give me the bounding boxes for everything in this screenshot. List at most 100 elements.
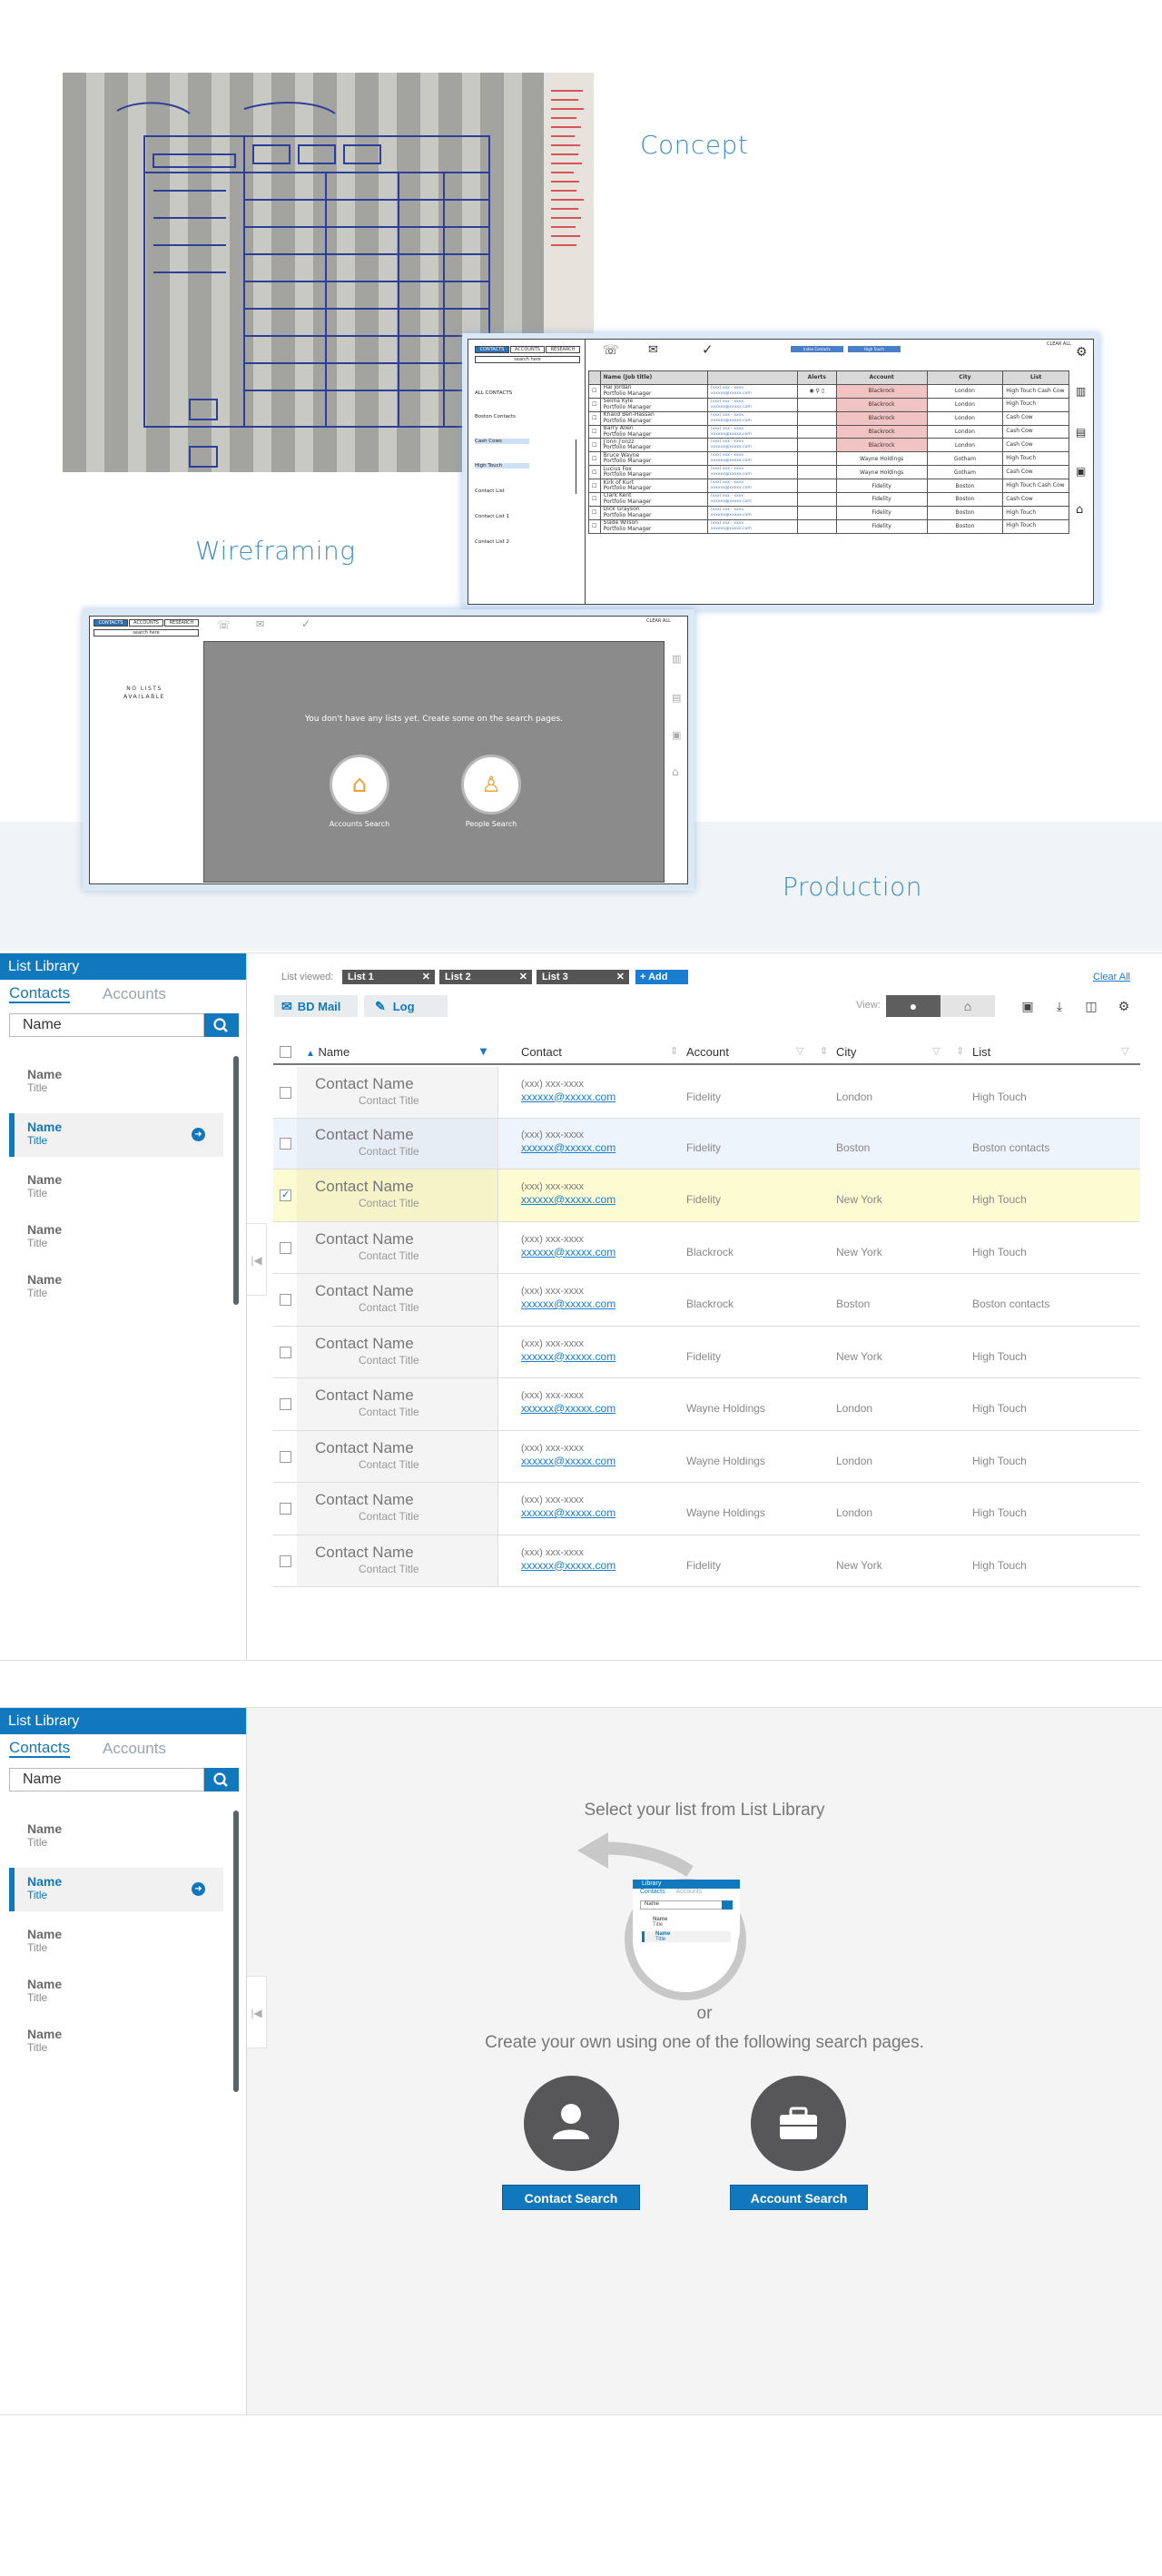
contact-name[interactable]: Contact Name xyxy=(315,1178,414,1196)
filter-icon[interactable]: ▽ xyxy=(796,1045,803,1057)
contact-name[interactable]: Contact Name xyxy=(315,1439,414,1457)
sidebar-search-input[interactable]: Name xyxy=(9,1013,204,1037)
save-icon[interactable]: ▣ xyxy=(1019,997,1037,1015)
wf-cell: (xxx) xxx - xxxx xyxy=(710,493,743,498)
table-row[interactable]: Contact Name Contact Title (xxx) xxx-xxxx x… xyxy=(273,1378,1140,1431)
list-tag-3[interactable]: List 3 ✕ xyxy=(537,970,629,984)
contact-search-button[interactable]: Contact Search xyxy=(502,2185,640,2210)
list-item[interactable]: Name Title xyxy=(9,1216,223,1259)
log-button[interactable]: ✎ Log xyxy=(364,995,448,1017)
row-checkbox[interactable] xyxy=(280,1398,291,1410)
table-row[interactable]: Contact Name Contact Title (xxx) xxx-xxxx x… xyxy=(273,1535,1140,1587)
clear-all-link[interactable]: Clear All xyxy=(1093,972,1130,982)
contact-name[interactable]: Contact Name xyxy=(315,1387,414,1405)
columns-icon[interactable]: ◫ xyxy=(1082,997,1100,1015)
contact-email[interactable]: xxxxxx@xxxxx.com xyxy=(521,1350,615,1363)
list-item[interactable]: Name Title xyxy=(9,1970,223,2014)
list-item[interactable]: Name Title xyxy=(9,2020,223,2064)
table-row[interactable]: Contact Name Contact Title (xxx) xxx-xxxx x… xyxy=(273,1327,1140,1378)
contact-email[interactable]: xxxxxx@xxxxx.com xyxy=(521,1455,615,1467)
contact-name[interactable]: Contact Name xyxy=(315,1075,414,1093)
list-tag-1[interactable]: List 1 ✕ xyxy=(342,970,435,984)
filter-icon[interactable]: ▼ xyxy=(478,1044,489,1058)
table-row[interactable]: Contact Name Contact Title (xxx) xxx-xxxx x… xyxy=(273,1119,1140,1170)
table-row[interactable]: Contact Name Contact Title (xxx) xxx-xxxx x… xyxy=(273,1067,1140,1119)
list-item[interactable]: Name Title xyxy=(9,1166,223,1209)
list-item[interactable]: Name Title xyxy=(9,1920,223,1964)
row-checkbox[interactable] xyxy=(280,1450,291,1463)
view-contacts-toggle[interactable]: ● xyxy=(886,995,940,1017)
contact-name[interactable]: Contact Name xyxy=(315,1335,414,1353)
contact-name[interactable]: Contact Name xyxy=(315,1491,414,1509)
col-contact[interactable]: Contact xyxy=(521,1045,562,1059)
contact-email[interactable]: xxxxxx@xxxxx.com xyxy=(521,1141,615,1154)
table-row[interactable]: Contact Name Contact Title (xxx) xxx-xxxx x… xyxy=(273,1274,1140,1327)
search-button[interactable] xyxy=(204,1768,239,1791)
row-checkbox[interactable] xyxy=(280,1554,291,1567)
arrow-right-icon[interactable]: ➜ xyxy=(192,1128,205,1141)
col-account[interactable]: Account xyxy=(686,1045,729,1059)
tab-contacts[interactable]: Contacts xyxy=(9,1740,71,1758)
download-icon[interactable]: ⤓ xyxy=(1050,997,1068,1015)
contact-name[interactable]: Contact Name xyxy=(315,1230,414,1249)
list-item-selected[interactable]: Name Title ➜ xyxy=(9,1113,223,1157)
contact-name[interactable]: Contact Name xyxy=(315,1282,414,1300)
close-icon[interactable]: ✕ xyxy=(422,970,430,984)
row-checkbox[interactable]: ✓ xyxy=(280,1189,291,1201)
add-list-button[interactable]: + Add xyxy=(635,970,688,984)
col-name[interactable]: ▲ Name xyxy=(306,1045,350,1059)
contact-email[interactable]: xxxxxx@xxxxx.com xyxy=(521,1091,615,1103)
contact-name[interactable]: Contact Name xyxy=(315,1544,414,1562)
tab-accounts[interactable]: Accounts xyxy=(103,1740,166,1758)
col-list[interactable]: List xyxy=(972,1045,990,1059)
close-icon[interactable]: ✕ xyxy=(616,970,625,984)
table-row[interactable]: Contact Name Contact Title (xxx) xxx-xxxx x… xyxy=(273,1483,1140,1535)
wf-cell: High Touch xyxy=(1002,397,1069,412)
filter-icon[interactable]: ▽ xyxy=(932,1045,940,1057)
contact-email[interactable]: xxxxxx@xxxxx.com xyxy=(521,1506,615,1519)
filter-icon[interactable]: ▽ xyxy=(1121,1045,1128,1057)
bd-mail-button[interactable]: ✉ BD Mail xyxy=(274,995,358,1017)
col-city[interactable]: City xyxy=(836,1045,856,1059)
sidebar-scrollbar[interactable] xyxy=(233,1056,239,1305)
list-item[interactable]: Name Title xyxy=(9,1061,223,1104)
tab-accounts[interactable]: Accounts xyxy=(103,985,166,1003)
close-icon[interactable]: ✕ xyxy=(519,970,527,984)
tab-contacts[interactable]: Contacts xyxy=(9,985,71,1003)
list-tag-2[interactable]: List 2 ✕ xyxy=(439,970,532,984)
select-all-checkbox[interactable] xyxy=(280,1046,291,1058)
account-search-circle[interactable] xyxy=(751,2076,846,2171)
row-checkbox[interactable] xyxy=(280,1503,291,1515)
contact-email[interactable]: xxxxxx@xxxxx.com xyxy=(521,1559,615,1572)
sort-icon[interactable]: ⇕ xyxy=(820,1045,828,1057)
sidebar-scrollbar[interactable] xyxy=(233,1811,239,2092)
list-item-selected[interactable]: Name Title ➜ xyxy=(9,1868,223,1911)
row-checkbox[interactable] xyxy=(280,1294,291,1306)
arrow-right-icon[interactable]: ➜ xyxy=(192,1882,205,1896)
list-item[interactable]: Name Title xyxy=(9,1266,223,1309)
contact-search-circle[interactable] xyxy=(524,2076,619,2171)
table-row[interactable]: Contact Name Contact Title (xxx) xxx-xxxx x… xyxy=(273,1431,1140,1483)
gear-icon[interactable]: ⚙ xyxy=(1115,997,1133,1015)
view-accounts-toggle[interactable]: ⌂ xyxy=(940,995,995,1017)
sort-icon[interactable]: ⇕ xyxy=(956,1045,964,1057)
row-checkbox[interactable] xyxy=(280,1086,291,1099)
search-button[interactable] xyxy=(204,1013,239,1037)
contact-email[interactable]: xxxxxx@xxxxx.com xyxy=(521,1298,615,1310)
contact-email[interactable]: xxxxxx@xxxxx.com xyxy=(521,1402,615,1415)
collapse-sidebar-button[interactable]: |◀ xyxy=(247,1223,267,1296)
table-row[interactable]: Contact Name Contact Title (xxx) xxx-xxxx x… xyxy=(273,1222,1140,1274)
contact-email[interactable]: xxxxxx@xxxxx.com xyxy=(521,1246,615,1258)
contact-name[interactable]: Contact Name xyxy=(315,1126,414,1144)
row-checkbox[interactable] xyxy=(280,1346,291,1358)
row-checkbox[interactable] xyxy=(280,1241,291,1254)
account-search-button[interactable]: Account Search xyxy=(730,2185,868,2210)
contact-email[interactable]: xxxxxx@xxxxx.com xyxy=(521,1193,615,1206)
sidebar-search-input[interactable]: Name xyxy=(9,1768,204,1791)
sort-icon[interactable]: ⇕ xyxy=(670,1045,678,1057)
table-row[interactable]: ✓ Contact Name Contact Title (xxx) xxx-xxxx… xyxy=(273,1170,1140,1222)
row-checkbox[interactable] xyxy=(280,1138,291,1150)
wf-cell: Boston xyxy=(926,492,1004,507)
list-item[interactable]: Name Title xyxy=(9,1815,223,1859)
contact-title: Contact Title xyxy=(359,1145,419,1158)
